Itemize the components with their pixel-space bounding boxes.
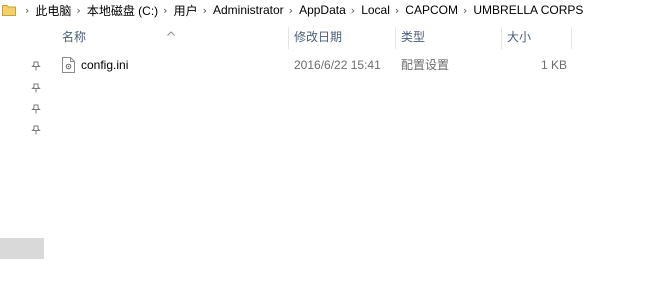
pin-icon[interactable]	[31, 60, 41, 71]
pin-icon[interactable]	[31, 82, 41, 93]
breadcrumb-local-disk[interactable]: 本地磁盘 (C:)	[87, 2, 158, 19]
breadcrumb-separator[interactable]: ›	[284, 4, 299, 17]
column-header: 名称 修改日期 类型 大小	[44, 24, 650, 50]
pin-icon[interactable]	[31, 124, 41, 135]
breadcrumb-separator[interactable]: ›	[20, 4, 35, 17]
navigation-pane[interactable]	[0, 20, 44, 303]
column-header-type[interactable]: 类型	[395, 24, 501, 50]
file-name: config.ini	[81, 58, 129, 72]
breadcrumb-separator[interactable]: ›	[458, 4, 473, 17]
breadcrumb-separator[interactable]: ›	[158, 4, 173, 17]
file-row[interactable]: config.ini 2016/6/22 15:41 配置设置 1 KB	[52, 55, 582, 75]
breadcrumb-capcom[interactable]: CAPCOM	[405, 3, 458, 17]
ini-file-icon	[62, 57, 76, 73]
breadcrumb-umbrella-corps[interactable]: UMBRELLA CORPS	[473, 3, 583, 17]
breadcrumb-appdata[interactable]: AppData	[299, 3, 346, 17]
column-header-name[interactable]: 名称	[56, 24, 288, 50]
column-header-modified[interactable]: 修改日期	[288, 24, 395, 50]
explorer-window: › 此电脑 › 本地磁盘 (C:) › 用户 › Administrator ›…	[0, 0, 650, 303]
breadcrumb-separator[interactable]: ›	[390, 4, 405, 17]
file-type: 配置设置	[401, 58, 450, 72]
column-header-size[interactable]: 大小	[501, 24, 571, 50]
breadcrumb-users[interactable]: 用户	[174, 2, 198, 19]
breadcrumb-local[interactable]: Local	[361, 3, 390, 17]
file-size: 1 KB	[540, 58, 567, 72]
breadcrumb-separator[interactable]: ›	[198, 4, 213, 17]
file-modified: 2016/6/22 15:41	[294, 58, 381, 72]
breadcrumb-this-pc[interactable]: 此电脑	[35, 2, 71, 19]
address-bar[interactable]: › 此电脑 › 本地磁盘 (C:) › 用户 › Administrator ›…	[0, 0, 650, 20]
breadcrumb-administrator[interactable]: Administrator	[213, 3, 284, 17]
nav-selected-item[interactable]	[0, 238, 44, 259]
breadcrumb-separator[interactable]: ›	[71, 4, 86, 17]
file-name-cell[interactable]: config.ini	[52, 55, 288, 75]
pin-icon[interactable]	[31, 103, 41, 114]
column-divider[interactable]	[571, 27, 572, 49]
breadcrumb-separator[interactable]: ›	[346, 4, 361, 17]
folder-icon	[2, 2, 16, 18]
